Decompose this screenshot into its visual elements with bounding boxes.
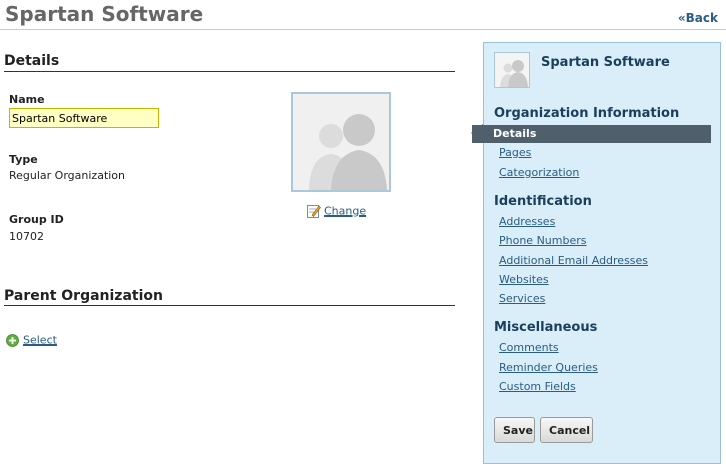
section-organization-information: Organization Information [494, 106, 680, 121]
sidebar-item-addresses[interactable]: Addresses [499, 215, 555, 228]
sidebar-item-reminder-queries[interactable]: Reminder Queries [499, 361, 598, 374]
add-icon [6, 333, 19, 347]
name-label: Name [9, 93, 45, 106]
details-divider [4, 71, 455, 72]
back-link[interactable]: «Back [678, 11, 718, 25]
sidebar-item-details[interactable]: Details [472, 125, 711, 143]
sidebar-item-services[interactable]: Services [499, 292, 545, 305]
sidebar-org-name: Spartan Software [541, 55, 670, 70]
default-avatar-icon [293, 94, 389, 190]
sidebar-item-label: Details [493, 127, 537, 140]
change-logo-link[interactable]: Change [307, 204, 366, 218]
section-miscellaneous: Miscellaneous [494, 320, 598, 335]
parent-org-heading: Parent Organization [4, 288, 163, 304]
sidebar-item-custom-fields[interactable]: Custom Fields [499, 380, 576, 393]
default-avatar-icon [500, 60, 528, 87]
organization-logo [291, 92, 391, 192]
sidebar-item-categorization[interactable]: Categorization [499, 166, 579, 179]
group-id-value: 10702 [9, 230, 44, 243]
type-value: Regular Organization [9, 169, 126, 182]
details-heading: Details [4, 53, 60, 69]
change-label: Change [324, 204, 367, 218]
active-item-arrow [471, 124, 483, 142]
page-header: Spartan Software «Back [0, 0, 726, 30]
sidebar-item-pages[interactable]: Pages [499, 146, 531, 159]
sidebar-item-websites[interactable]: Websites [499, 273, 549, 286]
sidebar-item-comments[interactable]: Comments [499, 341, 559, 354]
sidebar-avatar [494, 52, 530, 88]
sidebar-item-phone-numbers[interactable]: Phone Numbers [499, 234, 587, 247]
page-title: Spartan Software [5, 2, 204, 26]
header-divider [0, 29, 726, 30]
sidebar-item-additional-email-addresses[interactable]: Additional Email Addresses [499, 254, 648, 267]
group-id-label: Group ID [9, 213, 64, 226]
cancel-button[interactable]: Cancel [540, 417, 593, 443]
section-identification: Identification [494, 194, 592, 209]
organization-sidebar: Spartan Software Organization Informatio… [472, 42, 721, 464]
select-parent-link[interactable]: Select [6, 333, 57, 347]
edit-icon [307, 205, 321, 218]
type-label: Type [9, 153, 38, 166]
select-label: Select [23, 333, 57, 347]
parent-org-divider [4, 305, 455, 306]
name-input[interactable] [9, 108, 159, 128]
save-button[interactable]: Save [494, 417, 535, 443]
